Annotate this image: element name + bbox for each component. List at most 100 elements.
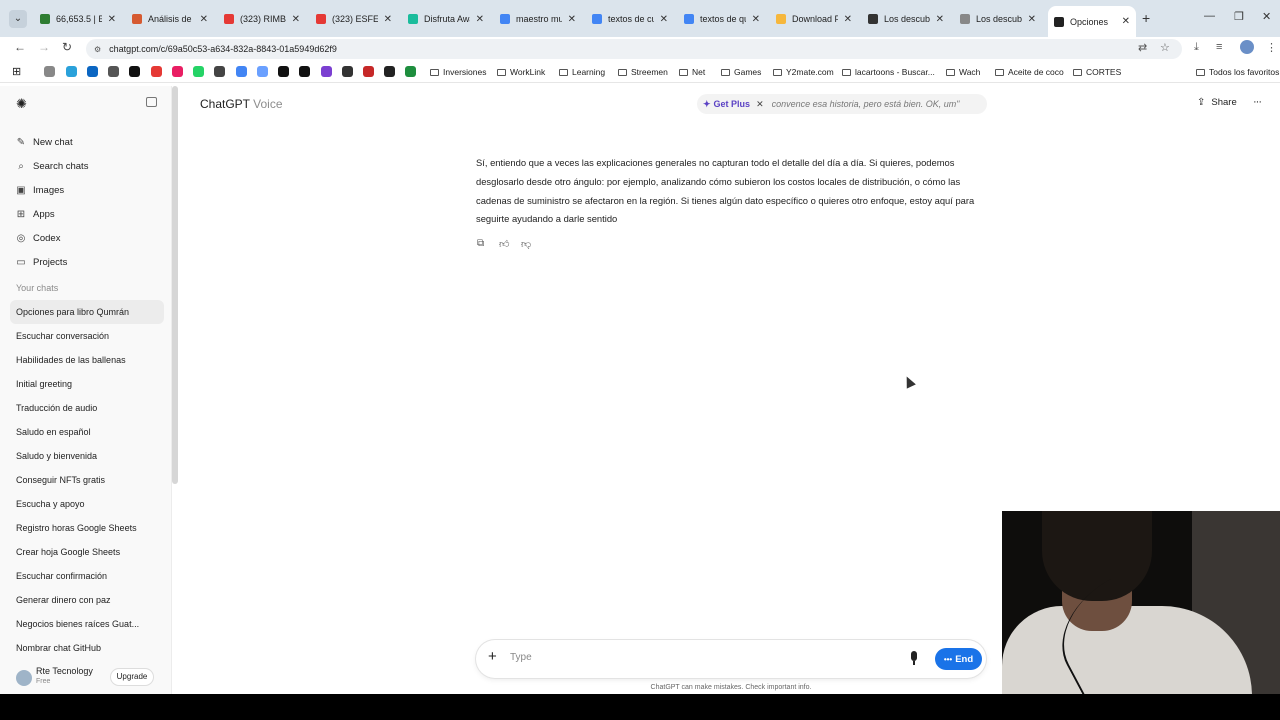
end-voice-button[interactable]: ••• End	[935, 648, 982, 670]
chat-history-item[interactable]: Escuchar conversación	[10, 324, 164, 348]
sidebar-item-search-chats[interactable]: ⌕ Search chats	[16, 154, 88, 178]
tab-close-icon[interactable]: ✕	[1122, 16, 1130, 27]
sidebar-item-apps[interactable]: ⊞ Apps	[16, 202, 88, 226]
upgrade-button[interactable]: Upgrade	[110, 668, 154, 686]
more-options-icon[interactable]: ···	[1253, 96, 1262, 108]
tab-search-button[interactable]: ⌄	[9, 10, 27, 28]
bookmark-item[interactable]: lacartoons - Buscar...	[842, 67, 935, 77]
bookmark-item[interactable]: Learning	[559, 67, 605, 77]
openai-bookmark-icon[interactable]	[342, 66, 353, 77]
chat-history-item[interactable]: Escucha y apoyo	[10, 492, 164, 516]
browser-tab[interactable]: Los descubri ✕	[862, 8, 950, 30]
translate-bookmark-icon[interactable]	[257, 66, 268, 77]
sidebar-toggle-icon[interactable]	[146, 97, 157, 107]
chat-history-item[interactable]: Opciones para libro Qumrán	[10, 300, 164, 324]
bookmark-item[interactable]: Streemen	[618, 67, 668, 77]
browser-tab[interactable]: (323) ESFERA ✕	[310, 8, 398, 30]
close-icon[interactable]: ✕	[756, 99, 764, 110]
sidebar-item-projects[interactable]: ▭ Projects	[16, 250, 88, 274]
browser-menu-icon[interactable]: ⋮	[1266, 41, 1277, 54]
browser-tab[interactable]: textos de qu ✕	[678, 8, 766, 30]
whatsapp-bookmark-icon[interactable]	[193, 66, 204, 77]
pinterest-bookmark-icon[interactable]	[172, 66, 183, 77]
browser-tab[interactable]: Download Pl ✕	[770, 8, 858, 30]
bookmark-item[interactable]: CORTES	[1073, 67, 1121, 77]
sidebar-item-codex[interactable]: ◎ Codex	[16, 226, 88, 250]
browser-tab[interactable]: Los descubri ✕	[954, 8, 1042, 30]
bookmark-item[interactable]: WorkLink	[497, 67, 545, 77]
bookmark-item[interactable]: Net	[679, 67, 705, 77]
sidebar-item-new-chat[interactable]: ✎ New chat	[16, 130, 88, 154]
copy-icon[interactable]: ⧉	[477, 238, 499, 250]
chat-history-item[interactable]: Nombrar chat GitHub	[10, 636, 164, 660]
microphone-icon[interactable]	[909, 651, 919, 665]
site-info-icon[interactable]: ⚙	[94, 45, 101, 54]
reload-icon[interactable]: ↻	[62, 40, 72, 54]
telegram-bookmark-icon[interactable]	[66, 66, 77, 77]
chat-history-item[interactable]: Habilidades de las ballenas	[10, 348, 164, 372]
bookmark-item[interactable]: Aceite de coco	[995, 67, 1064, 77]
tab-close-icon[interactable]: ✕	[384, 14, 392, 25]
app-bookmark-icon[interactable]	[384, 66, 395, 77]
tab-close-icon[interactable]: ✕	[292, 14, 300, 25]
youtube-bookmark-icon[interactable]	[151, 66, 162, 77]
bookmark-item[interactable]: Inversiones	[430, 67, 486, 77]
imdb-bookmark-icon[interactable]	[278, 66, 289, 77]
chat-history-item[interactable]: Registro horas Google Sheets	[10, 516, 164, 540]
browser-tab[interactable]: (323) RIMBE ✕	[218, 8, 306, 30]
page-title[interactable]: ChatGPT Voice	[200, 97, 283, 111]
tab-close-icon[interactable]: ✕	[108, 14, 116, 25]
cloud-bookmark-icon[interactable]	[87, 66, 98, 77]
browser-tab[interactable]: maestro mu ✕	[494, 8, 582, 30]
share-button[interactable]: ⇪ Share	[1197, 97, 1237, 108]
close-window-icon[interactable]: ✕	[1262, 10, 1271, 23]
x-bookmark-icon[interactable]	[129, 66, 140, 77]
browser-tab[interactable]: 66,653.5 | BT ✕	[34, 8, 122, 30]
prompt-input[interactable]	[510, 652, 890, 663]
openai-logo-icon[interactable]: ✺	[16, 96, 27, 112]
restore-icon[interactable]: ❐	[1234, 10, 1244, 23]
check-bookmark-icon[interactable]	[363, 66, 374, 77]
sheets-bookmark-icon[interactable]	[405, 66, 416, 77]
profile-avatar[interactable]	[1240, 40, 1254, 54]
user-menu[interactable]: Rte Tecnology Free Upgrade	[0, 662, 170, 694]
tab-close-icon[interactable]: ✕	[200, 14, 208, 25]
url-field[interactable]: ⚙ chatgpt.com/c/69a50c53-a634-832a-8843-…	[86, 39, 1182, 59]
thumbs-up-icon[interactable]: 👍︎	[499, 238, 521, 250]
twitch-bookmark-icon[interactable]	[321, 66, 332, 77]
docs-bookmark-icon[interactable]	[236, 66, 247, 77]
tab-close-icon[interactable]: ✕	[476, 14, 484, 25]
chat-history-item[interactable]: Saludo en español	[10, 420, 164, 444]
bookmark-star-icon[interactable]: ☆	[1160, 41, 1170, 54]
get-plus-button[interactable]: ✦ Get Plus	[703, 99, 750, 110]
sidebar-item-images[interactable]: ▣ Images	[16, 178, 88, 202]
chatgpt-bookmark-icon[interactable]	[44, 66, 55, 77]
extensions-icon[interactable]: ≡	[1216, 41, 1222, 53]
forward-icon[interactable]: →	[38, 40, 50, 54]
chat-history-item[interactable]: Negocios bienes raíces Guat...	[10, 612, 164, 636]
back-icon[interactable]: ←	[14, 40, 26, 54]
chat-history-item[interactable]: Traducción de audio	[10, 396, 164, 420]
tab-close-icon[interactable]: ✕	[1028, 14, 1036, 25]
chat-history-item[interactable]: Saludo y bienvenida	[10, 444, 164, 468]
tab-close-icon[interactable]: ✕	[936, 14, 944, 25]
browser-tab[interactable]: Opciones ✕	[1048, 6, 1136, 37]
tiktok-bookmark-icon[interactable]	[299, 66, 310, 77]
new-tab-button[interactable]: +	[1142, 10, 1150, 26]
bookmark-item[interactable]: Y2mate.com	[773, 67, 834, 77]
chat-history-item[interactable]: Crear hoja Google Sheets	[10, 540, 164, 564]
browser-tab[interactable]: Análisis de ir ✕	[126, 8, 214, 30]
chat-history-item[interactable]: Generar dinero con paz	[10, 588, 164, 612]
chat-history-item[interactable]: Conseguir NFTs gratis	[10, 468, 164, 492]
tab-close-icon[interactable]: ✕	[660, 14, 668, 25]
browser-tab[interactable]: Disfruta Awa ✕	[402, 8, 490, 30]
download-icon[interactable]: ⤓	[1194, 41, 1199, 54]
bookmark-item[interactable]: Games	[721, 67, 761, 77]
browser-tab[interactable]: textos de cu ✕	[586, 8, 674, 30]
github-bookmark-icon[interactable]	[108, 66, 119, 77]
tab-close-icon[interactable]: ✕	[568, 14, 576, 25]
tab-close-icon[interactable]: ✕	[844, 14, 852, 25]
minimize-icon[interactable]: —	[1204, 10, 1215, 22]
apps-grid-icon[interactable]: ⊞	[12, 65, 21, 78]
add-attachment-icon[interactable]: +	[488, 648, 497, 665]
